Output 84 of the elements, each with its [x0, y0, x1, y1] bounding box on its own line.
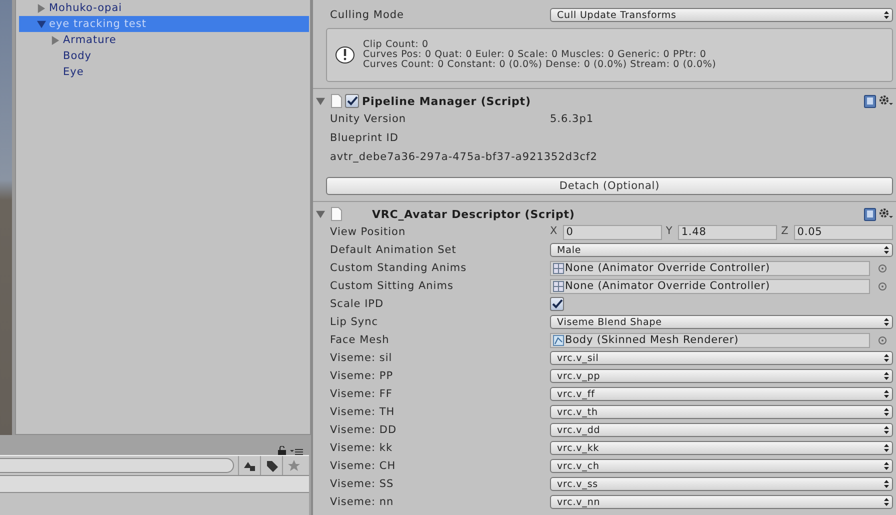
- object-picker-icon[interactable]: [878, 336, 887, 344]
- dropdown-arrows-icon: [884, 390, 889, 398]
- grid-icon: [553, 262, 564, 274]
- field-label: Viseme: DD: [330, 424, 398, 436]
- search-field[interactable]: [0, 458, 234, 473]
- number-field[interactable]: 0: [563, 224, 662, 240]
- field-label: Lip Sync: [330, 316, 380, 328]
- dropdown-arrows-icon: [884, 408, 889, 416]
- expand-right-triangle-icon[interactable]: [37, 4, 46, 12]
- dropdown[interactable]: vrc.v_nn: [550, 495, 893, 509]
- field-label: Viseme: PP: [330, 370, 394, 382]
- dropdown-arrows-icon: [884, 480, 889, 488]
- shapes-icon[interactable]: [244, 460, 256, 471]
- dropdown-arrows-icon: [884, 426, 889, 434]
- enable-checkbox[interactable]: [345, 94, 359, 108]
- info-text: Clip Count: 0 Curves Pos: 0 Quat: 0 Euler: 0 Scale: 0 Muscles: 0 Generic: 0 PPtr: 0 Curves Count: 0 Constant: 0 (0.0%) Dense: 0 (0.0%) Stream: 0 (0.0%): [363, 40, 716, 70]
- dropdown[interactable]: vrc.v_ch: [550, 459, 893, 473]
- field-label: Unity Version: [330, 113, 408, 125]
- field-label: Viseme: CH: [330, 460, 397, 472]
- dropdown-arrows-icon: [884, 444, 889, 452]
- axis-label: Y: [666, 224, 672, 238]
- expand-down-triangle-icon[interactable]: [316, 210, 325, 218]
- field-label: Viseme: TH: [330, 406, 396, 418]
- script-file-icon: [331, 207, 342, 221]
- field-label: Viseme: nn: [330, 496, 395, 508]
- dropdown-arrows-icon: [884, 498, 889, 506]
- dropdown[interactable]: vrc.v_pp: [550, 369, 893, 383]
- grid-icon: [553, 280, 564, 292]
- dropdown[interactable]: Viseme Blend Shape: [550, 315, 893, 329]
- detach-button[interactable]: Detach (Optional): [326, 177, 893, 195]
- field-label: Custom Sitting Anims: [330, 280, 454, 292]
- object-field[interactable]: Body (Skinned Mesh Renderer): [550, 332, 870, 348]
- object-field[interactable]: None (Animator Override Controller): [550, 278, 870, 294]
- dropdown-arrows-icon: [884, 354, 889, 362]
- field-label: Viseme: kk: [330, 442, 394, 454]
- hierarchy-item[interactable]: Mohuko-opai: [19, 0, 309, 16]
- checkbox[interactable]: [550, 297, 564, 311]
- field-value: 5.6.3p1: [550, 113, 594, 125]
- dropdown[interactable]: vrc.v_ff: [550, 387, 893, 401]
- tag-icon[interactable]: [266, 460, 278, 472]
- field-label: Default Animation Set: [330, 244, 458, 256]
- component-title: VRC_Avatar Descriptor (Script): [372, 208, 575, 220]
- field-label: avtr_debe7a36-297a-475a-bf37-a921352d3cf2: [330, 151, 598, 163]
- number-field[interactable]: 0.05: [794, 224, 893, 240]
- dropdown-arrows-icon: [884, 246, 889, 254]
- axis-label: X: [550, 224, 558, 238]
- hierarchy-item[interactable]: Body: [19, 48, 309, 64]
- field-label: Viseme: sil: [330, 352, 394, 364]
- expand-down-triangle-icon[interactable]: [37, 20, 46, 28]
- field-label: View Position: [330, 226, 407, 238]
- script-file-icon: [331, 94, 342, 108]
- dropdown-arrows-icon: [884, 462, 889, 470]
- field-label: Blueprint ID: [330, 132, 398, 144]
- dropdown-arrows-icon: [884, 318, 889, 326]
- dropdown[interactable]: vrc.v_th: [550, 405, 893, 419]
- expand-right-triangle-icon[interactable]: [51, 36, 60, 44]
- settings-icon[interactable]: [879, 95, 893, 107]
- number-field[interactable]: 1.48: [678, 224, 778, 240]
- menu-icon[interactable]: [290, 449, 303, 455]
- axis-label: Z: [781, 224, 788, 238]
- dropdown-arrows-icon: [884, 372, 889, 380]
- mesh-icon: [553, 334, 564, 346]
- field-label: Face Mesh: [330, 334, 390, 346]
- hierarchy-item[interactable]: Armature: [19, 32, 309, 48]
- dropdown[interactable]: vrc.v_dd: [550, 423, 893, 437]
- star-icon[interactable]: [288, 460, 300, 472]
- field-label: Viseme: FF: [330, 388, 394, 400]
- component-title: Pipeline Manager (Script): [362, 94, 531, 108]
- field-label: Viseme: SS: [330, 478, 395, 490]
- hierarchy-item[interactable]: Eye: [19, 64, 309, 80]
- field-label: Custom Standing Anims: [330, 262, 468, 274]
- info-icon: [335, 45, 355, 65]
- dropdown[interactable]: vrc.v_sil: [550, 351, 893, 365]
- dropdown[interactable]: vrc.v_kk: [550, 441, 893, 455]
- dropdown[interactable]: Male: [550, 243, 893, 257]
- padlock-icon[interactable]: [278, 446, 286, 455]
- object-field[interactable]: None (Animator Override Controller): [550, 260, 870, 276]
- dropdown[interactable]: vrc.v_ss: [550, 477, 893, 491]
- field-label: Culling Mode: [330, 9, 406, 21]
- field-label: Scale IPD: [330, 298, 385, 310]
- dropdown[interactable]: Cull Update Transforms: [550, 8, 893, 22]
- settings-icon[interactable]: [879, 208, 893, 220]
- expand-down-triangle-icon[interactable]: [316, 96, 325, 106]
- dropdown-arrows-icon: [884, 11, 889, 19]
